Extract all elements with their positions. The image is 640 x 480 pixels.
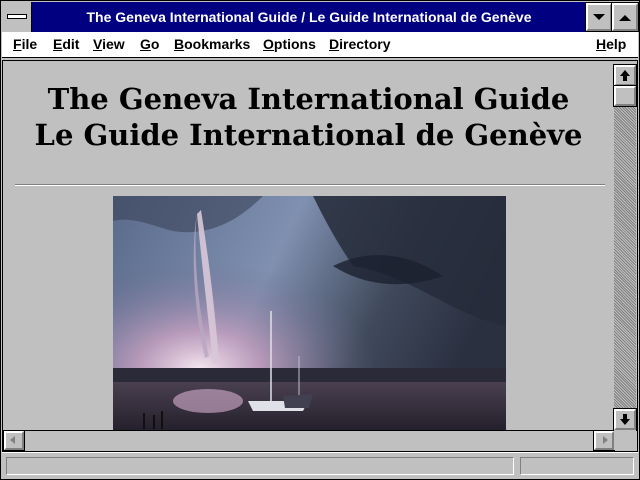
menu-edit-accel: E bbox=[53, 36, 63, 52]
minimize-icon bbox=[593, 14, 605, 20]
jet-d-eau-photo bbox=[113, 196, 506, 430]
page-heading: The Geneva International Guide Le Guide … bbox=[3, 81, 614, 153]
system-menu-button[interactable] bbox=[2, 2, 32, 32]
vertical-scroll-thumb[interactable] bbox=[613, 85, 637, 107]
menu-bar: File Edit View Go Bookmarks Options Dire… bbox=[2, 32, 638, 58]
menu-help[interactable]: Help bbox=[596, 32, 626, 57]
menu-bookmarks-accel: B bbox=[174, 36, 185, 52]
menu-options-accel: O bbox=[263, 36, 274, 52]
document-view[interactable]: The Geneva International Guide Le Guide … bbox=[3, 63, 614, 430]
vertical-scroll-track[interactable] bbox=[614, 105, 636, 411]
maximize-icon bbox=[619, 15, 631, 21]
menu-directory-accel: D bbox=[329, 36, 340, 52]
page-heading-english: The Geneva International Guide bbox=[47, 82, 570, 116]
menu-file-label: ile bbox=[21, 36, 38, 52]
system-menu-icon bbox=[7, 14, 27, 19]
menu-edit-label: dit bbox=[62, 36, 80, 52]
menu-help-label: elp bbox=[606, 36, 627, 52]
menu-go-accel: G bbox=[140, 36, 151, 52]
menu-go-label: o bbox=[150, 36, 160, 52]
menu-view-label: iew bbox=[102, 36, 125, 52]
scrollbar-corner bbox=[614, 430, 636, 450]
horizontal-rule bbox=[15, 184, 605, 186]
menu-file-accel: F bbox=[13, 36, 22, 52]
scroll-up-button[interactable] bbox=[613, 64, 637, 87]
arrow-up-icon bbox=[620, 70, 630, 81]
menu-directory-label: irectory bbox=[339, 36, 391, 52]
minimize-button[interactable] bbox=[585, 2, 613, 32]
progress-indicator bbox=[520, 457, 634, 475]
menu-view-accel: V bbox=[93, 36, 103, 52]
horizontal-scrollbar[interactable] bbox=[4, 430, 614, 450]
menu-go[interactable]: Go bbox=[140, 32, 159, 57]
menu-options-label: ptions bbox=[273, 36, 316, 52]
menu-view[interactable]: View bbox=[93, 32, 125, 57]
menu-bookmarks-label: ookmarks bbox=[184, 36, 251, 52]
page-heading-french: Le Guide International de Genève bbox=[34, 118, 583, 152]
scroll-right-button[interactable] bbox=[593, 430, 615, 451]
menu-bookmarks[interactable]: Bookmarks bbox=[174, 32, 250, 57]
scroll-left-button[interactable] bbox=[3, 430, 25, 451]
menu-directory[interactable]: Directory bbox=[329, 32, 390, 57]
menu-options[interactable]: Options bbox=[263, 32, 316, 57]
menu-file[interactable]: File bbox=[13, 32, 37, 57]
status-text bbox=[6, 457, 514, 475]
menu-edit[interactable]: Edit bbox=[53, 32, 79, 57]
menu-help-accel: H bbox=[596, 36, 607, 52]
window-title: The Geneva International Guide / Le Guid… bbox=[86, 9, 532, 25]
scroll-down-button[interactable] bbox=[613, 408, 637, 431]
arrow-left-icon bbox=[10, 436, 15, 444]
jet-d-eau-image bbox=[113, 196, 506, 430]
arrow-right-icon bbox=[603, 436, 608, 444]
arrow-down-icon bbox=[620, 414, 630, 425]
maximize-button[interactable] bbox=[611, 2, 639, 32]
